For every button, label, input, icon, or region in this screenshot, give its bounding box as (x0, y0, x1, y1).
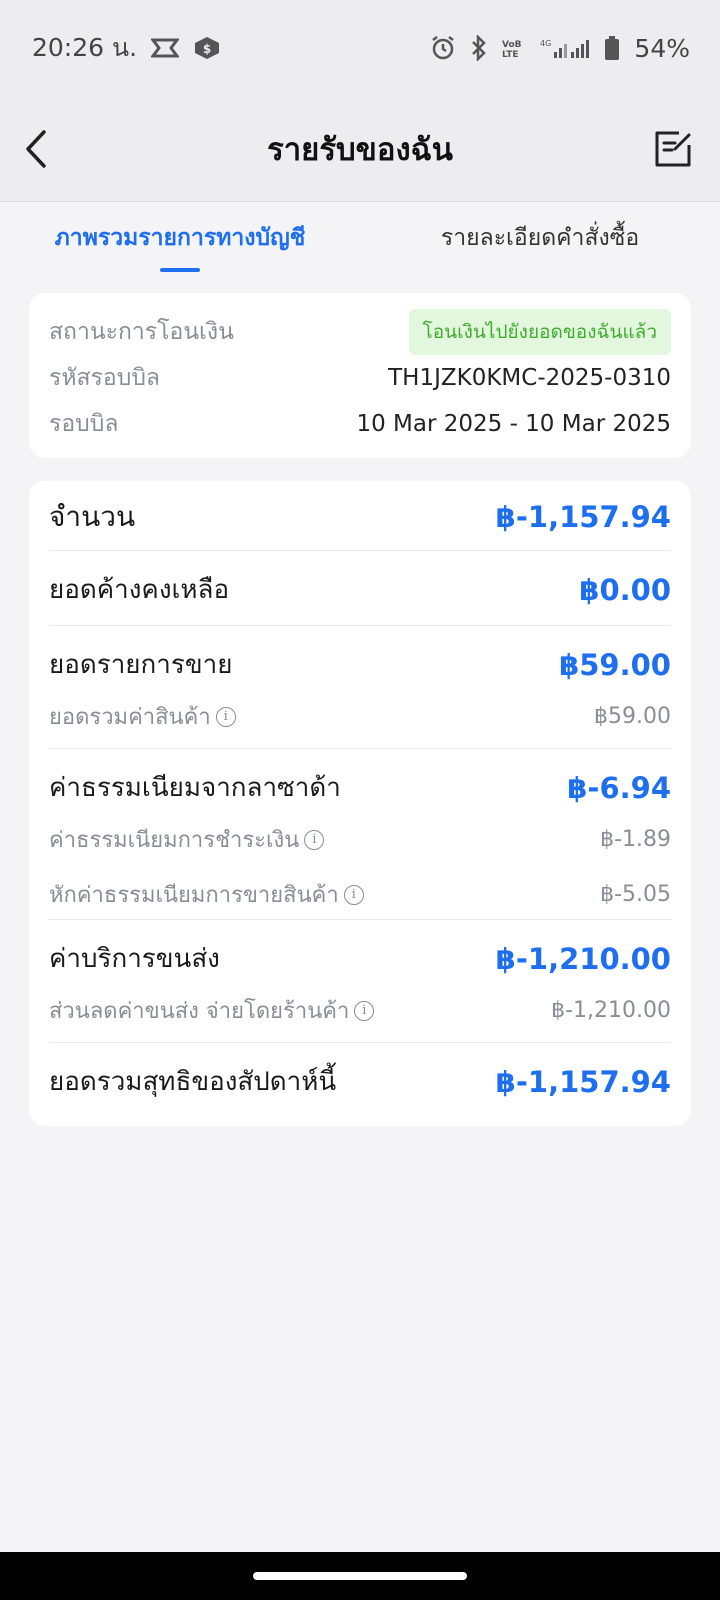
app-header: รายรับของฉัน (0, 96, 720, 202)
bill-code-label: รหัสรอบบิล (49, 365, 161, 391)
outstanding-section: ยอดค้างคงเหลือ ฿0.00 (49, 551, 671, 626)
outstanding-label: ยอดค้างคงเหลือ (49, 575, 230, 605)
volte-icon: VoB LTE (502, 37, 526, 59)
sales-section: ยอดรายการขาย ฿59.00 ยอดรวมค่าสินค้า i ฿5… (49, 626, 671, 749)
shipping-row: ค่าบริการขนส่ง ฿-1,210.00 (49, 938, 671, 979)
tab-active-indicator (160, 268, 200, 272)
info-icon[interactable]: i (343, 884, 364, 905)
edit-note-icon (655, 131, 691, 167)
sales-value: ฿59.00 (559, 647, 671, 682)
svg-text:VoB: VoB (502, 40, 522, 50)
signal-icon: 4G (540, 36, 590, 60)
payment-fee-label-wrap: ค่าธรรมเนียมการชำระเงิน i (49, 822, 325, 857)
bill-cycle-value: 10 Mar 2025 - 10 Mar 2025 (356, 411, 671, 437)
tab-label: รายละเอียดคำสั่งซื้อ (440, 225, 640, 251)
sales-row: ยอดรายการขาย ฿59.00 (49, 644, 671, 685)
shipping-discount-label-wrap: ส่วนลดค่าขนส่ง จ่ายโดยร้านค้า i (49, 993, 375, 1028)
wallet-icon: $ (193, 35, 221, 61)
product-total-label-wrap: ยอดรวมค่าสินค้า i (49, 699, 236, 734)
shipping-label: ค่าบริการขนส่ง (49, 944, 220, 974)
bluetooth-icon (470, 35, 488, 61)
svg-text:$: $ (203, 42, 211, 56)
bill-info-card: สถานะการโอนเงิน โอนเงินไปยังยอดของฉันแล้… (29, 293, 691, 458)
outstanding-row: ยอดค้างคงเหลือ ฿0.00 (49, 569, 671, 610)
navigation-bar (0, 1552, 720, 1600)
bill-code-value: TH1JZK0KMC-2025-0310 (388, 365, 671, 391)
status-badge: โอนเงินไปยังยอดของฉันแล้ว (408, 309, 671, 355)
lazada-fee-label: ค่าธรรมเนียมจากลาซาด้า (49, 773, 341, 803)
status-right: VoB LTE 4G 54% (430, 34, 690, 63)
shipping-value: ฿-1,210.00 (495, 941, 671, 976)
payment-fee-label: ค่าธรรมเนียมการชำระเงิน (49, 828, 300, 853)
edit-note-button[interactable] (650, 126, 696, 172)
shipping-discount-row: ส่วนลดค่าขนส่ง จ่ายโดยร้านค้า i ฿-1,210.… (49, 993, 671, 1028)
capcut-icon (151, 37, 180, 59)
back-button[interactable] (12, 124, 62, 174)
total-section: จำนวน ฿-1,157.94 (49, 481, 671, 551)
battery-icon (604, 35, 620, 61)
lazada-fee-section: ค่าธรรมเนียมจากลาซาด้า ฿-6.94 ค่าธรรมเนี… (49, 749, 671, 920)
product-total-row: ยอดรวมค่าสินค้า i ฿59.00 (49, 699, 671, 734)
svg-text:4G: 4G (540, 39, 551, 48)
tab-account-overview[interactable]: ภาพรวมรายการทางบัญชี (0, 202, 360, 278)
status-left: 20:26 น. $ (32, 28, 221, 68)
chevron-left-icon (26, 130, 46, 168)
page-title: รายรับของฉัน (267, 131, 453, 168)
shipping-section: ค่าบริการขนส่ง ฿-1,210.00 ส่วนลดค่าขนส่ง… (49, 920, 671, 1043)
shipping-discount-value: ฿-1,210.00 (551, 998, 671, 1023)
info-icon[interactable]: i (215, 706, 236, 727)
svg-text:LTE: LTE (502, 50, 519, 59)
bill-cycle-row: รอบบิล 10 Mar 2025 - 10 Mar 2025 (49, 401, 671, 447)
battery-level: 54% (634, 33, 690, 63)
lazada-fee-value: ฿-6.94 (567, 770, 671, 805)
total-row: จำนวน ฿-1,157.94 (49, 495, 671, 539)
selling-fee-row: หักค่าธรรมเนียมการขายสินค้า i ฿-5.05 (49, 877, 671, 912)
shipping-discount-label: ส่วนลดค่าขนส่ง จ่ายโดยร้านค้า (49, 999, 350, 1024)
info-icon[interactable]: i (354, 1000, 375, 1021)
transfer-status-row: สถานะการโอนเงิน โอนเงินไปยังยอดของฉันแล้… (49, 309, 671, 355)
bill-code-row: รหัสรอบบิล TH1JZK0KMC-2025-0310 (49, 355, 671, 401)
tab-bar: ภาพรวมรายการทางบัญชี รายละเอียดคำสั่งซื้… (0, 202, 720, 278)
weekly-net-row: ยอดรวมสุทธิของสัปดาห์นี้ ฿-1,157.94 (49, 1061, 671, 1102)
sales-label: ยอดรายการขาย (49, 650, 233, 680)
product-total-value: ฿59.00 (594, 704, 671, 729)
tab-order-details[interactable]: รายละเอียดคำสั่งซื้อ (360, 202, 720, 278)
transfer-status-label: สถานะการโอนเงิน (49, 319, 234, 345)
outstanding-value: ฿0.00 (579, 572, 671, 607)
weekly-net-value: ฿-1,157.94 (495, 1064, 671, 1099)
weekly-net-label: ยอดรวมสุทธิของสัปดาห์นี้ (49, 1067, 337, 1097)
payment-fee-value: ฿-1.89 (600, 827, 671, 852)
status-time: 20:26 น. (32, 33, 138, 62)
lazada-fee-row: ค่าธรรมเนียมจากลาซาด้า ฿-6.94 (49, 767, 671, 808)
tab-label: ภาพรวมรายการทางบัญชี (54, 225, 306, 251)
status-bar: 20:26 น. $ VoB LTE 4G 54% (0, 0, 720, 96)
amount-breakdown-card: จำนวน ฿-1,157.94 ยอดค้างคงเหลือ ฿0.00 ยอ… (29, 481, 691, 1126)
alarm-icon (430, 35, 456, 61)
weekly-net-section: ยอดรวมสุทธิของสัปดาห์นี้ ฿-1,157.94 (49, 1043, 671, 1123)
home-indicator[interactable] (253, 1572, 467, 1580)
product-total-label: ยอดรวมค่าสินค้า (49, 705, 211, 730)
bill-cycle-label: รอบบิล (49, 411, 119, 437)
total-label: จำนวน (49, 500, 136, 533)
selling-fee-value: ฿-5.05 (600, 882, 671, 907)
selling-fee-label: หักค่าธรรมเนียมการขายสินค้า (49, 883, 339, 908)
info-icon[interactable]: i (304, 829, 325, 850)
payment-fee-row: ค่าธรรมเนียมการชำระเงิน i ฿-1.89 (49, 822, 671, 857)
selling-fee-label-wrap: หักค่าธรรมเนียมการขายสินค้า i (49, 877, 364, 912)
total-value: ฿-1,157.94 (495, 500, 671, 534)
